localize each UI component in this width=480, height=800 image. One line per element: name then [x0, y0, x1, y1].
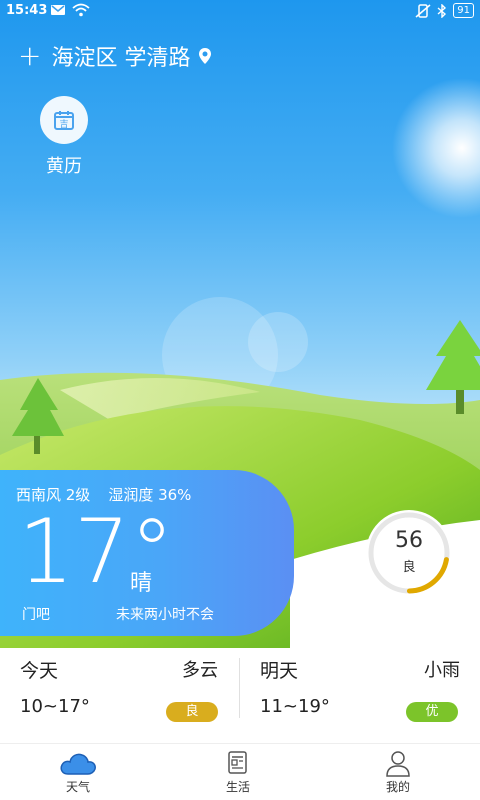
forecast-divider — [239, 658, 240, 718]
forecast-condition: 小雨 — [424, 660, 460, 681]
aqi-badge: 良 — [166, 702, 218, 722]
status-time: 15:43 — [6, 3, 48, 18]
forecast-ticker-prev: 门吧 — [22, 607, 50, 623]
wifi-icon — [72, 3, 90, 17]
tab-label: 生活 — [225, 780, 250, 794]
tab-label: 我的 — [385, 780, 410, 794]
mail-icon — [51, 5, 65, 15]
forecast-range: 11~19° — [260, 696, 330, 717]
no-vibrate-icon — [415, 3, 431, 18]
battery-icon: 91 — [453, 3, 474, 18]
map-pin-icon — [199, 48, 212, 64]
tab-life[interactable]: 生活 — [178, 744, 298, 800]
bluetooth-icon — [437, 3, 447, 18]
forecast-day: 今天 — [20, 660, 59, 682]
forecast-day: 明天 — [260, 660, 299, 682]
almanac-shortcut[interactable]: 吉 黄历 — [40, 96, 88, 177]
status-bar: 15:43 91 — [0, 0, 480, 24]
current-weather-card[interactable]: 西南风 2级 湿润度 36% 17° 晴 门吧 未来两小时不会 — [0, 470, 294, 636]
forecast-condition: 多云 — [182, 660, 218, 681]
almanac-label[interactable]: 黄历 — [34, 152, 94, 178]
current-condition: 晴 — [130, 571, 153, 596]
forecast-today[interactable]: 今天 多云 10~17° 良 — [0, 648, 239, 742]
calendar-icon[interactable]: 吉 — [40, 96, 88, 144]
forecast-range: 10~17° — [20, 696, 90, 717]
tab-weather[interactable]: 天气 — [18, 744, 138, 800]
svg-text:吉: 吉 — [59, 119, 68, 130]
plus-icon[interactable]: + — [18, 42, 41, 70]
forecast-ticker[interactable]: 未来两小时不会 — [116, 604, 214, 624]
tab-label: 天气 — [65, 780, 90, 794]
newspaper-icon — [228, 751, 247, 774]
location-header[interactable]: + 海淀区 学清路 — [18, 40, 212, 72]
cloud-icon — [60, 753, 96, 775]
forecast-tomorrow[interactable]: 明天 小雨 11~19° 优 — [240, 648, 480, 742]
aqi-gauge[interactable]: 56 良 — [362, 506, 456, 600]
location-name[interactable]: 海淀区 学清路 — [51, 40, 190, 72]
person-icon — [386, 751, 410, 777]
tab-mine[interactable]: 我的 — [338, 744, 458, 800]
aqi-badge: 优 — [406, 702, 458, 722]
aqi-level: 良 — [402, 560, 416, 575]
aqi-value: 56 — [395, 528, 423, 553]
bottom-tab-bar: 天气 生活 我的 — [0, 743, 480, 800]
daily-forecast: 今天 多云 10~17° 良 明天 小雨 11~19° 优 — [0, 648, 480, 742]
